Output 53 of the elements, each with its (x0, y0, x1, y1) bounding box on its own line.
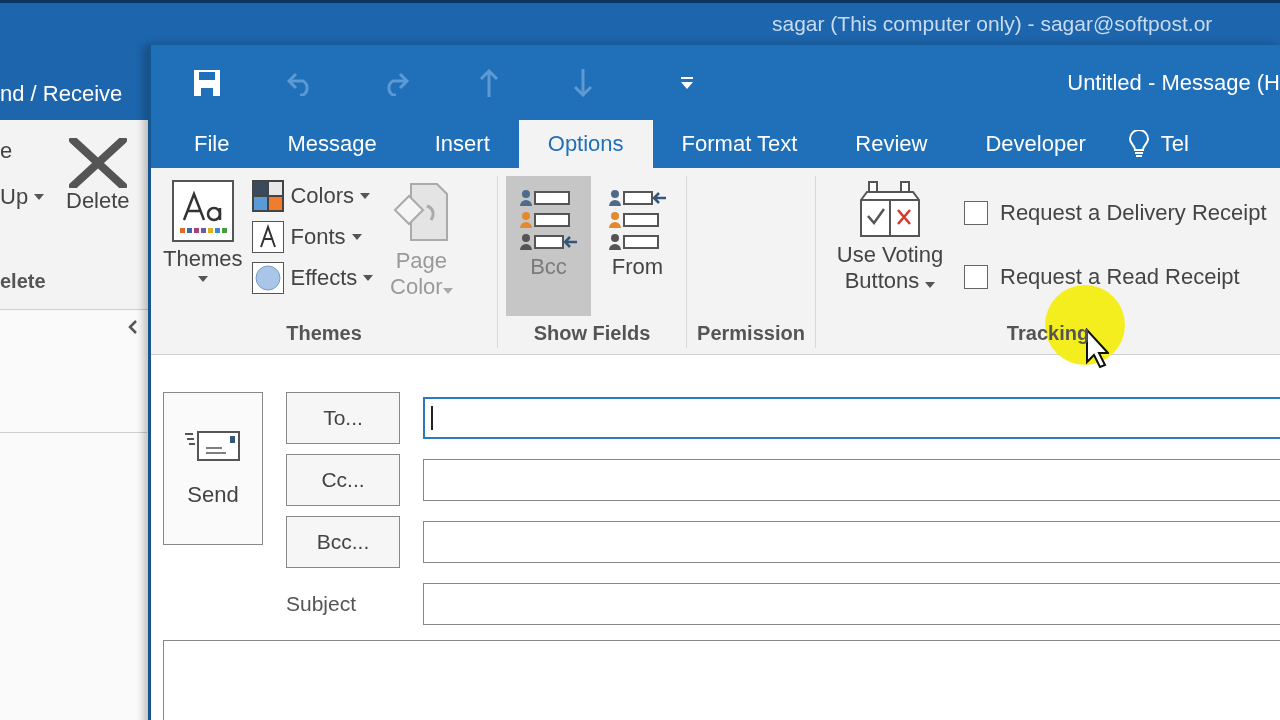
address-field[interactable] (423, 521, 1280, 563)
receipt-checkbox[interactable]: Request a Delivery Receipt (964, 200, 1267, 226)
ribbon-tab[interactable]: File (165, 120, 259, 168)
caret-icon (360, 193, 371, 199)
ribbon-tab[interactable]: Review (826, 120, 957, 168)
ribbon-tab[interactable]: Message (258, 120, 406, 168)
group-label: elete (0, 270, 46, 292)
send-button[interactable]: Send (163, 392, 263, 545)
receipt-checkbox[interactable]: Request a Read Receipt (964, 264, 1267, 290)
lightbulb-icon (1128, 130, 1149, 158)
themes-icon (171, 180, 234, 242)
themes-button[interactable]: Themes (157, 176, 249, 318)
group-label: Themes (285, 320, 363, 346)
caret-icon (351, 234, 362, 240)
delete-icon (68, 138, 127, 188)
caret-icon (34, 194, 45, 200)
caret-icon (197, 276, 208, 282)
voting-buttons-button[interactable]: Use Voting Buttons (822, 176, 958, 318)
save-icon[interactable] (192, 67, 222, 98)
caret-icon (442, 288, 453, 294)
subject-field[interactable] (423, 583, 1280, 625)
envelope-icon (185, 429, 241, 462)
collapse-chevron-icon[interactable] (128, 320, 138, 334)
ballot-box-icon (859, 180, 921, 238)
group-label: Show Fields (532, 320, 652, 346)
tell-me-field[interactable]: Tel (1114, 120, 1189, 168)
fonts-button[interactable]: Fonts (252, 221, 374, 253)
ribbon-tab[interactable]: Insert (405, 120, 519, 168)
customize-icon[interactable] (680, 75, 694, 90)
ribbon-tab[interactable]: Options (518, 120, 653, 168)
ribbon-item[interactable]: e (0, 138, 66, 164)
address-button[interactable]: Bcc... (286, 516, 400, 568)
colors-button[interactable]: Colors (252, 180, 374, 212)
color-swatch-icon (252, 180, 285, 212)
account-label: sagar (This computer only) - sagar@softpost.or (772, 12, 1213, 36)
address-button[interactable]: To... (286, 392, 400, 444)
address-field[interactable] (423, 459, 1280, 501)
ribbon-tab[interactable]: nd / Receive (0, 80, 123, 107)
from-button[interactable]: From (595, 176, 680, 316)
caret-icon (363, 275, 374, 281)
subject-label: Subject (286, 592, 358, 616)
up-button[interactable]: Up (0, 184, 66, 210)
caret-icon (925, 282, 936, 288)
ribbon-tab[interactable]: Format Text (652, 120, 827, 168)
group-label: Tracking (1005, 320, 1091, 346)
effects-button[interactable]: Effects (252, 262, 374, 294)
font-icon (252, 221, 285, 253)
address-button[interactable]: Cc... (286, 454, 400, 506)
delete-button[interactable]: Delete (66, 188, 130, 214)
address-field[interactable] (423, 397, 1280, 439)
window-title: Untitled - Message (H (1067, 69, 1280, 96)
group-label: Permission (696, 320, 806, 346)
ribbon-tab[interactable]: Developer (956, 120, 1115, 168)
